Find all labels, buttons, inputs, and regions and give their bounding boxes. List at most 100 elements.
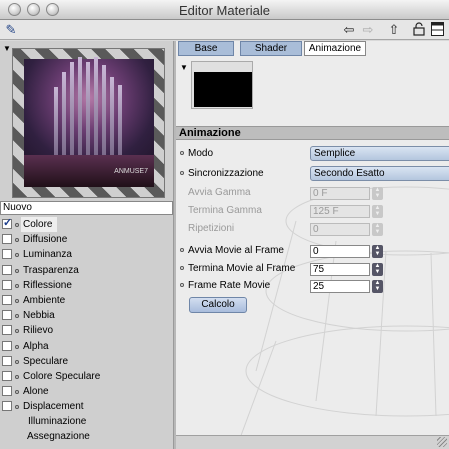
animate-dot-icon[interactable] bbox=[180, 171, 184, 176]
termina-movie-field[interactable]: 75 bbox=[310, 263, 370, 276]
channel-item[interactable]: Trasparenza bbox=[0, 263, 173, 278]
channel-item[interactable]: Riflessione bbox=[0, 278, 173, 293]
texture-menu-arrow-icon[interactable]: ▼ bbox=[180, 63, 188, 72]
channel-checkbox[interactable] bbox=[2, 370, 12, 381]
channel-checkbox[interactable] bbox=[2, 264, 12, 275]
arrow-right-icon[interactable]: ⇨ bbox=[360, 22, 376, 38]
channel-checkbox[interactable] bbox=[2, 355, 12, 366]
animate-dot-icon[interactable] bbox=[15, 283, 19, 288]
channel-item[interactable]: Rilievo bbox=[0, 323, 173, 338]
animate-dot-icon[interactable] bbox=[180, 248, 184, 253]
channel-item[interactable]: Ambiente bbox=[0, 293, 173, 308]
tab-shader[interactable]: Shader bbox=[240, 41, 302, 56]
animate-dot-icon[interactable] bbox=[180, 283, 184, 288]
animate-dot-icon[interactable] bbox=[15, 298, 19, 303]
window-title: Editor Materiale bbox=[178, 3, 271, 18]
channel-item[interactable]: Nebbia bbox=[0, 308, 173, 323]
channel-checkbox[interactable] bbox=[2, 386, 12, 397]
animate-dot-icon[interactable] bbox=[15, 238, 19, 243]
material-name-field[interactable]: Nuovo bbox=[0, 201, 173, 215]
animate-dot-icon[interactable] bbox=[15, 374, 19, 379]
channel-checkbox[interactable] bbox=[2, 216, 12, 231]
channel-list: Colore Diffusione Luminanza Trasparenza Rifl… bbox=[0, 216, 173, 444]
termina-movie-stepper[interactable]: ▲ ▼ bbox=[372, 263, 383, 276]
channel-item[interactable]: Diffusione bbox=[0, 232, 173, 247]
channel-checkbox[interactable] bbox=[2, 249, 12, 260]
ripetizioni-stepper[interactable]: ▲ ▼ bbox=[372, 223, 383, 236]
animate-dot-icon[interactable] bbox=[15, 359, 19, 364]
channel-subitem-label: Illuminazione bbox=[28, 416, 87, 428]
channel-label: Trasparenza bbox=[23, 264, 79, 276]
animate-dot-icon[interactable] bbox=[180, 151, 184, 156]
calcolo-button[interactable]: Calcolo bbox=[189, 297, 247, 313]
channel-label: Colore bbox=[21, 217, 58, 232]
channel-checkbox[interactable] bbox=[2, 340, 12, 351]
texture-preview-image bbox=[194, 72, 252, 107]
animate-dot-icon[interactable] bbox=[15, 223, 19, 227]
channel-label: Displacement bbox=[23, 401, 84, 413]
termina-movie-label: Termina Movie al Frame bbox=[188, 263, 296, 274]
right-panel: Base Shader Animazione ▼ Animazione Modo… bbox=[176, 41, 449, 449]
preview-menu-arrow-icon[interactable]: ▼ bbox=[3, 44, 11, 53]
arrow-up-icon[interactable]: ⇧ bbox=[386, 22, 402, 38]
sync-label: Sincronizzazione bbox=[188, 168, 264, 179]
modo-select[interactable]: Semplice bbox=[310, 146, 449, 161]
avvia-gamma-stepper[interactable]: ▲ ▼ bbox=[372, 187, 383, 200]
ripetizioni-field[interactable]: 0 bbox=[310, 223, 370, 236]
channel-label: Alone bbox=[23, 386, 49, 398]
channel-checkbox[interactable] bbox=[2, 279, 12, 290]
animate-dot-icon[interactable] bbox=[15, 268, 19, 273]
toolbar: ✎ ⇦ ⇨ ⇧ bbox=[0, 20, 449, 40]
channel-item[interactable]: Colore bbox=[0, 216, 173, 232]
material-preview[interactable]: ANMUSE7 bbox=[12, 48, 165, 198]
avvia-movie-field[interactable]: 0 bbox=[310, 245, 370, 258]
animate-dot-icon[interactable] bbox=[15, 329, 19, 334]
animate-dot-icon[interactable] bbox=[15, 344, 19, 349]
channel-checkbox[interactable] bbox=[2, 294, 12, 305]
termina-gamma-label: Termina Gamma bbox=[188, 205, 262, 216]
animate-dot-icon[interactable] bbox=[15, 405, 19, 410]
channel-checkbox[interactable] bbox=[2, 401, 12, 412]
channel-item[interactable]: Speculare bbox=[0, 354, 173, 369]
sync-select[interactable]: Secondo Esatto bbox=[310, 166, 449, 181]
horizontal-scrollbar[interactable] bbox=[176, 435, 449, 449]
frame-rate-stepper[interactable]: ▲ ▼ bbox=[372, 280, 383, 293]
channel-item[interactable]: Luminanza bbox=[0, 247, 173, 262]
channel-item[interactable]: Colore Speculare bbox=[0, 369, 173, 384]
sync-row: Sincronizzazione bbox=[180, 167, 264, 181]
termina-gamma-field[interactable]: 125 F bbox=[310, 205, 370, 218]
channel-label: Alpha bbox=[23, 340, 49, 352]
window-layout-icon[interactable] bbox=[430, 22, 444, 38]
channel-item[interactable]: Alpha bbox=[0, 339, 173, 354]
resize-grip-icon[interactable] bbox=[437, 437, 447, 447]
title-bar: Editor Materiale bbox=[0, 0, 449, 20]
channel-subitem[interactable]: Illuminazione bbox=[0, 414, 173, 429]
arrow-left-icon[interactable]: ⇦ bbox=[341, 22, 357, 38]
channel-item[interactable]: Displacement bbox=[0, 399, 173, 414]
avvia-gamma-label: Avvia Gamma bbox=[188, 187, 251, 198]
animate-dot-icon[interactable] bbox=[15, 253, 19, 258]
lock-icon[interactable] bbox=[412, 22, 426, 38]
channel-checkbox[interactable] bbox=[2, 310, 12, 321]
channel-subitem[interactable]: Assegnazione bbox=[0, 429, 173, 444]
ripetizioni-label: Ripetizioni bbox=[188, 223, 235, 234]
frame-rate-label: Frame Rate Movie bbox=[188, 280, 271, 291]
preview-watermark: ANMUSE7 bbox=[114, 168, 148, 175]
channel-label: Luminanza bbox=[23, 249, 72, 261]
avvia-gamma-field[interactable]: 0 F bbox=[310, 187, 370, 200]
tab-base[interactable]: Base bbox=[178, 41, 234, 56]
wand-icon[interactable]: ✎ bbox=[4, 22, 18, 38]
animate-dot-icon[interactable] bbox=[15, 314, 19, 319]
channel-checkbox[interactable] bbox=[2, 325, 12, 336]
channel-item[interactable]: Alone bbox=[0, 384, 173, 399]
tab-animazione[interactable]: Animazione bbox=[304, 41, 366, 56]
avvia-movie-stepper[interactable]: ▲ ▼ bbox=[372, 245, 383, 258]
channel-label: Rilievo bbox=[23, 325, 54, 337]
texture-preview[interactable] bbox=[191, 61, 253, 109]
termina-gamma-stepper[interactable]: ▲ ▼ bbox=[372, 205, 383, 218]
channel-checkbox[interactable] bbox=[2, 234, 12, 245]
channel-label: Riflessione bbox=[23, 279, 72, 291]
animate-dot-icon[interactable] bbox=[180, 266, 184, 271]
frame-rate-field[interactable]: 25 bbox=[310, 280, 370, 293]
animate-dot-icon[interactable] bbox=[15, 390, 19, 395]
